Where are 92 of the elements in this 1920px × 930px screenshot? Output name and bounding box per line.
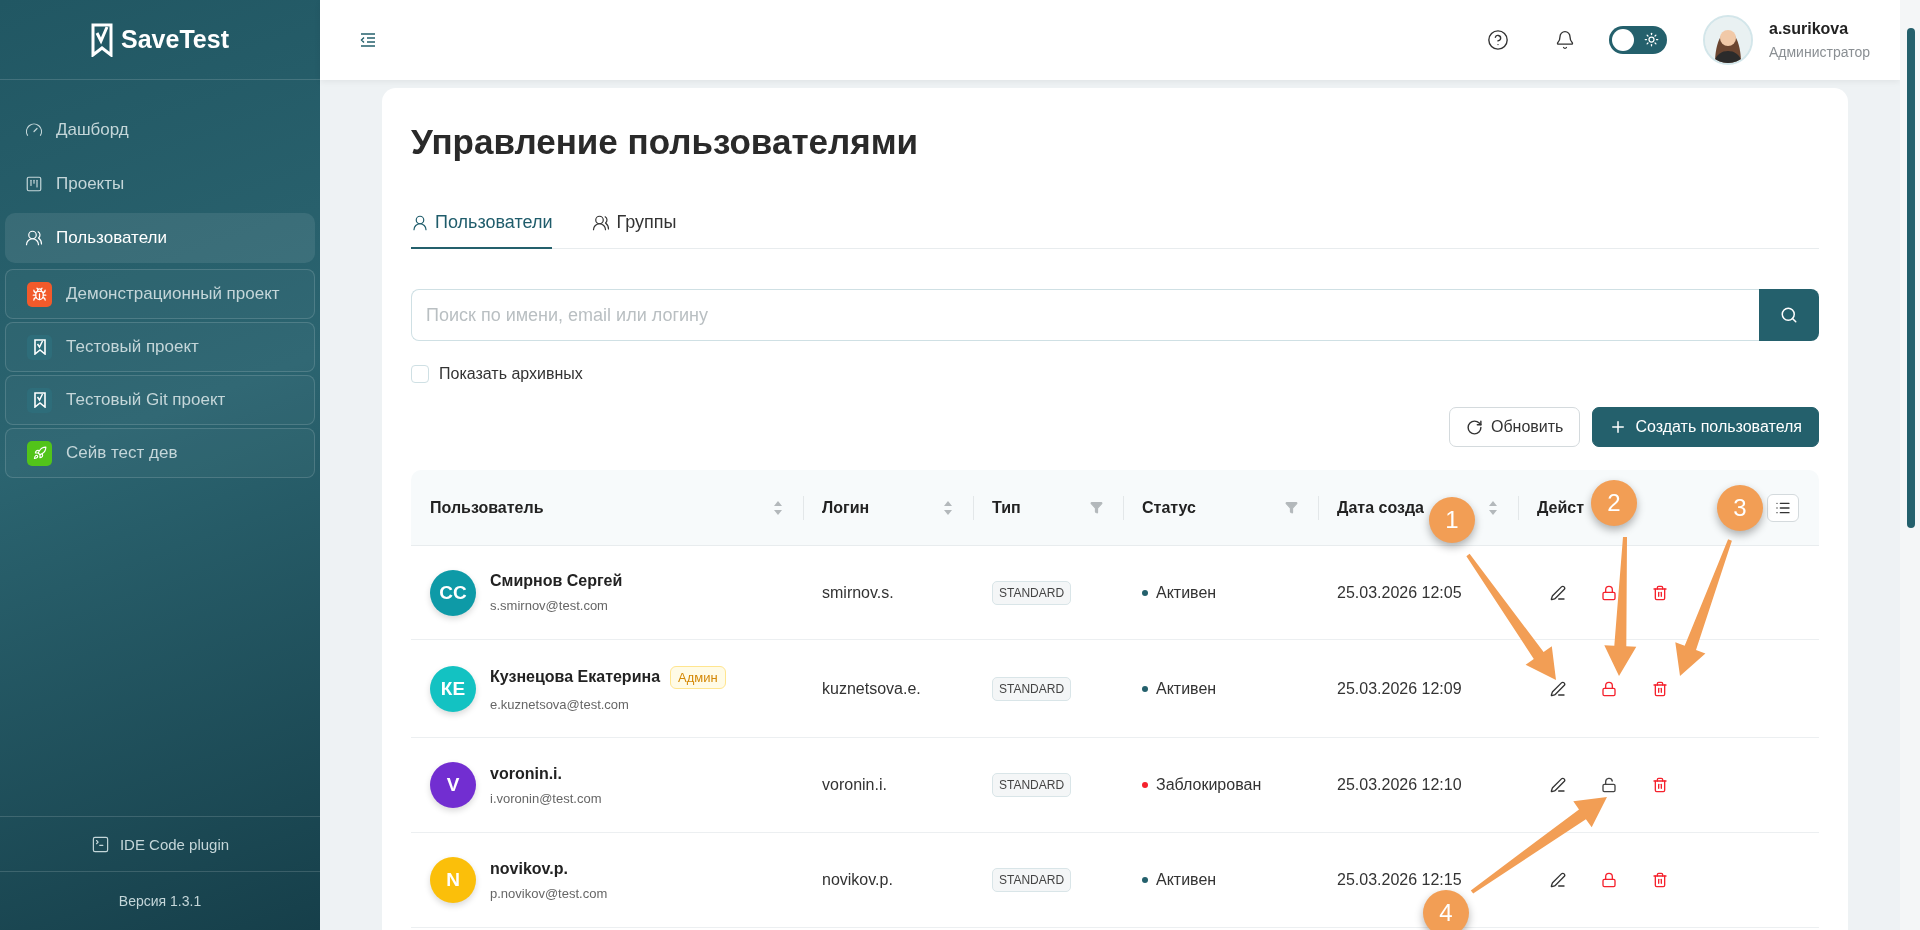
menu-collapse-icon[interactable] bbox=[360, 33, 376, 47]
user-avatar: КЕ bbox=[430, 665, 476, 712]
status-text: Заблокирован bbox=[1156, 776, 1262, 794]
project-item[interactable]: Демонстрационный проект bbox=[5, 269, 315, 319]
checkbox-label: Показать архивных bbox=[439, 365, 583, 383]
user-name: voronin.i. bbox=[490, 764, 562, 783]
delete-icon[interactable] bbox=[1652, 584, 1668, 601]
column-header: Статус bbox=[1142, 498, 1196, 517]
tab[interactable]: Группы bbox=[592, 202, 677, 249]
user-avatar: СС bbox=[430, 569, 476, 616]
type-tag: STANDARD bbox=[992, 676, 1072, 701]
user-name: Кузнецова Екатерина bbox=[490, 668, 661, 686]
user-email: i.voronin@test.com bbox=[490, 790, 602, 806]
search-button[interactable] bbox=[1759, 289, 1819, 341]
status-text: Активен bbox=[1156, 583, 1217, 602]
role-badge: Админ bbox=[670, 665, 726, 689]
user-avatar: V bbox=[430, 762, 476, 808]
create-user-button[interactable]: Создать пользователя bbox=[1592, 407, 1819, 447]
user-name: novikov.p. bbox=[490, 859, 568, 878]
login-text: novikov.p. bbox=[822, 871, 893, 889]
board-icon bbox=[25, 175, 43, 193]
delete-icon[interactable] bbox=[1652, 872, 1668, 888]
user-email: p.novikov@test.com bbox=[490, 885, 608, 901]
sidebar-item[interactable]: Пользователи bbox=[5, 213, 315, 263]
column-settings-button[interactable] bbox=[1767, 493, 1799, 522]
user-name: Смирнов Сергей bbox=[490, 572, 623, 590]
lock-icon[interactable] bbox=[1601, 680, 1617, 697]
unlock-icon[interactable] bbox=[1601, 777, 1617, 793]
type-tag: STANDARD bbox=[992, 773, 1072, 797]
plugin-link[interactable]: IDE Code plugin bbox=[0, 816, 320, 872]
delete-icon[interactable] bbox=[1652, 777, 1668, 793]
scrollbar-thumb[interactable] bbox=[1907, 28, 1915, 528]
version-text: Версия 1.3.1 bbox=[117, 892, 203, 911]
user-email: e.kuznetsova@test.com bbox=[490, 696, 630, 712]
help-icon[interactable] bbox=[1487, 29, 1509, 51]
notification-bell-icon[interactable] bbox=[1555, 30, 1575, 50]
archived-checkbox[interactable] bbox=[411, 365, 429, 383]
logo-icon bbox=[91, 22, 114, 57]
project-item[interactable]: Тестовый проект bbox=[5, 322, 315, 372]
user-avatar[interactable] bbox=[1703, 15, 1753, 65]
page-title: Управление пользователями bbox=[411, 122, 920, 162]
date-text: 25.03.2026 12:15 bbox=[1337, 871, 1462, 889]
project-item[interactable]: Тестовый Git проект bbox=[5, 375, 315, 425]
status-text: Активен bbox=[1156, 871, 1217, 889]
column-header: Тип bbox=[992, 498, 1021, 517]
lock-icon[interactable] bbox=[1601, 872, 1617, 888]
edit-icon[interactable] bbox=[1550, 584, 1566, 601]
project-item[interactable]: Сейв тест дев bbox=[5, 428, 315, 478]
bookmark-check-icon bbox=[33, 339, 46, 355]
bug-icon bbox=[32, 286, 47, 302]
type-tag: STANDARD bbox=[992, 580, 1072, 605]
login-text: voronin.i. bbox=[822, 776, 887, 794]
date-text: 25.03.2026 12:05 bbox=[1337, 583, 1462, 602]
sidebar-item[interactable]: Дашборд bbox=[5, 105, 315, 155]
users-icon bbox=[25, 229, 43, 247]
column-header: Дата созда bbox=[1337, 498, 1424, 517]
login-text: smirnov.s. bbox=[822, 583, 894, 602]
user-avatar: N bbox=[430, 857, 476, 903]
theme-toggle[interactable] bbox=[1609, 26, 1667, 54]
edit-icon[interactable] bbox=[1550, 680, 1566, 697]
terminal-icon bbox=[90, 834, 110, 854]
bookmark-check-icon bbox=[33, 392, 46, 408]
delete-icon[interactable] bbox=[1652, 680, 1668, 697]
gauge-icon bbox=[25, 121, 43, 139]
lock-icon[interactable] bbox=[1601, 584, 1617, 601]
brand-name: SaveTest bbox=[121, 25, 229, 54]
refresh-icon bbox=[1465, 418, 1483, 436]
sidebar-item[interactable]: Проекты bbox=[5, 159, 315, 209]
rocket-icon bbox=[32, 446, 47, 460]
user-name: a.surikova bbox=[1769, 20, 1850, 38]
edit-icon[interactable] bbox=[1550, 872, 1566, 888]
type-tag: STANDARD bbox=[992, 868, 1072, 892]
refresh-button[interactable]: Обновить bbox=[1448, 407, 1581, 447]
status-text: Активен bbox=[1156, 679, 1217, 698]
sort-icon bbox=[943, 499, 953, 516]
sort-icon bbox=[1488, 499, 1498, 516]
sun-icon bbox=[1644, 32, 1659, 47]
user-email: s.smirnov@test.com bbox=[490, 598, 609, 613]
search-icon bbox=[1780, 306, 1798, 324]
column-header: Дейст bbox=[1537, 498, 1585, 517]
user-icon bbox=[411, 213, 429, 232]
column-header: Логин bbox=[822, 498, 870, 517]
date-text: 25.03.2026 12:10 bbox=[1337, 776, 1462, 794]
user-role: Администратор bbox=[1769, 44, 1870, 60]
tab[interactable]: Пользователи bbox=[411, 202, 553, 249]
users-icon bbox=[592, 213, 611, 232]
search-field[interactable]: Поиск по имени, email или логину bbox=[411, 289, 1759, 341]
column-header: Пользователь bbox=[430, 498, 544, 517]
sort-icon bbox=[773, 499, 783, 516]
edit-icon[interactable] bbox=[1550, 777, 1566, 793]
date-text: 25.03.2026 12:09 bbox=[1337, 679, 1462, 698]
login-text: kuznetsova.e. bbox=[822, 679, 921, 698]
